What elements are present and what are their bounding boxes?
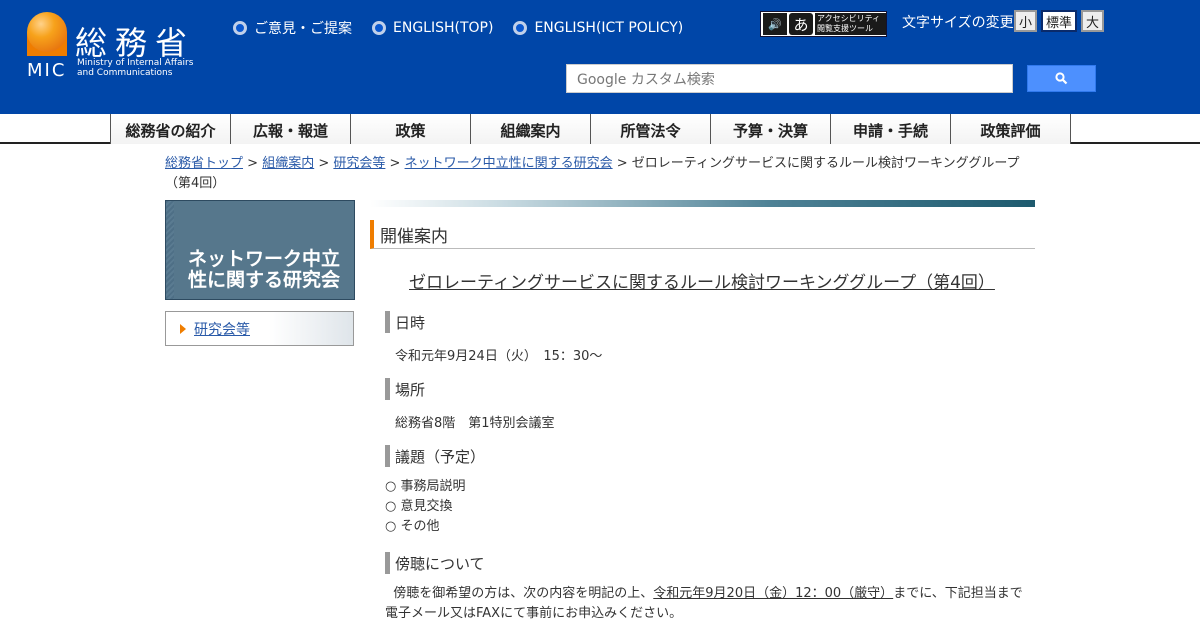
place-value: 総務省8階 第1特別会議室: [395, 416, 555, 431]
observe-text: 傍聴を御希望の方は、次の内容を明記の上、: [393, 586, 654, 601]
hiragana-a-icon: あ: [789, 13, 813, 35]
sidebar-item-label[interactable]: 研究会等: [194, 319, 250, 339]
search-icon: [1055, 72, 1068, 85]
sidebar-title-line1: ネットワーク中立: [188, 248, 341, 270]
logo-en-line2: and Communications: [77, 68, 173, 78]
logo-ball-icon: [27, 12, 67, 52]
datetime-value: 令和元年9月24日（火） 15：30～: [395, 349, 603, 364]
nav-item-policy[interactable]: 政策: [350, 114, 471, 144]
bullet-circle-icon: [233, 21, 247, 35]
section-decor-bar: [370, 200, 1035, 207]
breadcrumb-separator: >: [243, 156, 263, 171]
breadcrumb-link-studygroups[interactable]: 研究会等: [333, 156, 385, 171]
nav-item-organization[interactable]: 組織案内: [470, 114, 591, 144]
observe-paragraph: 傍聴を御希望の方は、次の内容を明記の上、令和元年9月20日（金）12：00（厳守…: [385, 584, 1035, 624]
logo-english: Ministry of Internal Affairs and Communi…: [77, 58, 193, 78]
agenda-heading: 議題（予定）: [385, 445, 485, 467]
sidebar-title-bg: ネットワーク中立 性に関する研究会: [174, 201, 354, 299]
nav-item-laws[interactable]: 所管法令: [590, 114, 711, 144]
agenda-list: 事務局説明 意見交換 その他: [385, 477, 466, 537]
breadcrumb-link-organization[interactable]: 組織案内: [262, 156, 314, 171]
mic-logo[interactable]: 総務省 MIC Ministry of Internal Affairs and…: [27, 12, 217, 82]
breadcrumb-link-top[interactable]: 総務省トップ: [165, 156, 243, 171]
list-item: その他: [385, 517, 466, 537]
nav-item-evaluation[interactable]: 政策評価: [950, 114, 1071, 144]
page-title: ゼロレーティングサービスに関するルール検討ワーキンググループ（第4回）: [409, 273, 995, 293]
toplink-english-top[interactable]: ENGLISH(TOP): [372, 18, 493, 38]
speaker-icon: 🔊: [763, 13, 787, 35]
global-nav: 総務省の紹介 広報・報道 政策 組織案内 所管法令 予算・決算 申請・手続 政策…: [0, 114, 1200, 144]
bullet-circle-icon: [513, 21, 528, 35]
section-heading: 開催案内: [370, 220, 1035, 249]
nav-item-applications[interactable]: 申請・手続: [830, 114, 951, 144]
breadcrumb-link-netneutrality[interactable]: ネットワーク中立性に関する研究会: [405, 156, 613, 171]
toplink-label: ENGLISH(TOP): [393, 20, 494, 36]
triangle-right-icon: [180, 323, 186, 334]
breadcrumb-separator: >: [314, 156, 334, 171]
top-links: ご意見・ご提案 ENGLISH(TOP) ENGLISH(ICT POLICY): [233, 18, 683, 38]
observe-heading: 傍聴について: [385, 552, 485, 574]
sidebar-title-box: ネットワーク中立 性に関する研究会: [165, 200, 355, 300]
place-heading: 場所: [385, 378, 425, 400]
sidebar-title-line2: 性に関する研究会: [188, 269, 341, 291]
breadcrumb-separator: >: [385, 156, 405, 171]
sidebar-title: ネットワーク中立 性に関する研究会: [188, 249, 340, 291]
breadcrumb-separator: >: [612, 156, 632, 171]
logo-en-line1: Ministry of Internal Affairs: [77, 58, 194, 68]
search-input[interactable]: Google カスタム検索: [566, 64, 1013, 93]
accessibility-line1: アクセシビリティ: [817, 14, 881, 23]
toplink-english-ict[interactable]: ENGLISH(ICT POLICY): [513, 18, 683, 38]
toplink-label: ご意見・ご提案: [254, 21, 352, 37]
site-header: 総務省 MIC Ministry of Internal Affairs and…: [0, 0, 1200, 114]
font-size-standard-button[interactable]: 標準: [1041, 10, 1077, 32]
breadcrumb: 総務省トップ > 組織案内 > 研究会等 > ネットワーク中立性に関する研究会 …: [165, 154, 1035, 194]
nav-item-about[interactable]: 総務省の紹介: [110, 114, 231, 144]
font-size-small-button[interactable]: 小: [1014, 10, 1037, 32]
font-size-label: 文字サイズの変更: [902, 15, 1014, 31]
list-item: 意見交換: [385, 497, 466, 517]
toplink-opinion[interactable]: ご意見・ご提案: [233, 18, 352, 38]
list-item: 事務局説明: [385, 477, 465, 497]
sidebar-item-studygroups[interactable]: 研究会等: [165, 311, 354, 346]
accessibility-label: アクセシビリティ 閲覧支援ツール: [815, 13, 886, 35]
bullet-circle-icon: [372, 21, 386, 35]
accessibility-tool-button[interactable]: 🔊 あ アクセシビリティ 閲覧支援ツール: [760, 11, 887, 37]
nav-item-press[interactable]: 広報・報道: [230, 114, 351, 144]
font-size-large-button[interactable]: 大: [1081, 10, 1104, 32]
toplink-label: ENGLISH(ICT POLICY): [534, 20, 684, 36]
logo-mic: MIC: [27, 60, 67, 81]
search-button[interactable]: [1027, 65, 1096, 92]
accessibility-line2: 閲覧支援ツール: [817, 24, 873, 33]
observe-deadline: 令和元年9月20日（金）12：00（厳守）: [653, 586, 894, 601]
datetime-heading: 日時: [385, 311, 425, 333]
nav-item-budget[interactable]: 予算・決算: [710, 114, 831, 144]
